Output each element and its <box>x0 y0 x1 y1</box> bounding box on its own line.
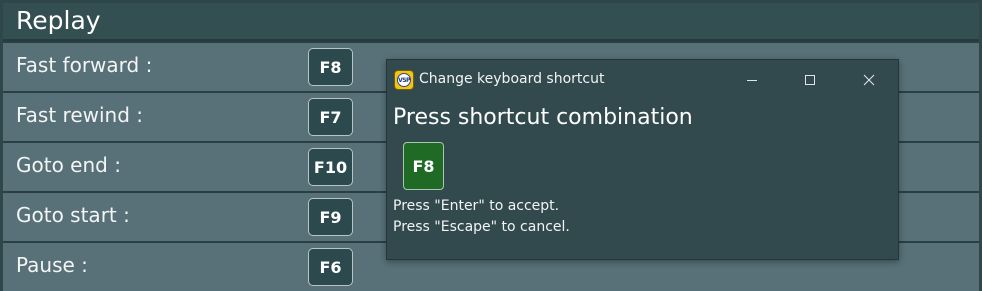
app-logo-text: VSP <box>397 73 411 87</box>
goto-end-key-button[interactable]: F10 <box>308 148 353 186</box>
dialog-heading: Press shortcut combination <box>393 105 693 130</box>
minimize-icon <box>747 80 757 81</box>
fast-forward-key-button[interactable]: F8 <box>308 48 353 86</box>
captured-key-badge: F8 <box>403 142 444 190</box>
cancel-instruction: Press "Escape" to cancel. <box>393 219 570 235</box>
change-shortcut-dialog: VSP Change keyboard shortcut Press short… <box>386 59 899 260</box>
goto-start-key-button[interactable]: F9 <box>308 198 353 236</box>
maximize-button[interactable] <box>795 68 825 92</box>
minimize-button[interactable] <box>737 68 767 92</box>
row-label: Goto end : <box>16 153 121 177</box>
close-button[interactable] <box>854 68 884 92</box>
pause-key-button[interactable]: F6 <box>308 248 353 286</box>
close-icon <box>863 74 875 86</box>
dialog-title: Change keyboard shortcut <box>419 71 605 87</box>
row-label: Fast forward : <box>16 53 153 77</box>
section-header: Replay <box>3 3 979 41</box>
dialog-titlebar[interactable]: VSP Change keyboard shortcut <box>387 60 898 100</box>
maximize-icon <box>805 75 815 85</box>
row-label: Fast rewind : <box>16 103 144 127</box>
fast-rewind-key-button[interactable]: F7 <box>308 98 353 136</box>
row-label: Pause : <box>16 253 88 277</box>
row-label: Goto start : <box>16 203 130 227</box>
app-logo-icon: VSP <box>394 70 414 90</box>
section-title: Replay <box>16 6 101 35</box>
accept-instruction: Press "Enter" to accept. <box>393 198 560 214</box>
